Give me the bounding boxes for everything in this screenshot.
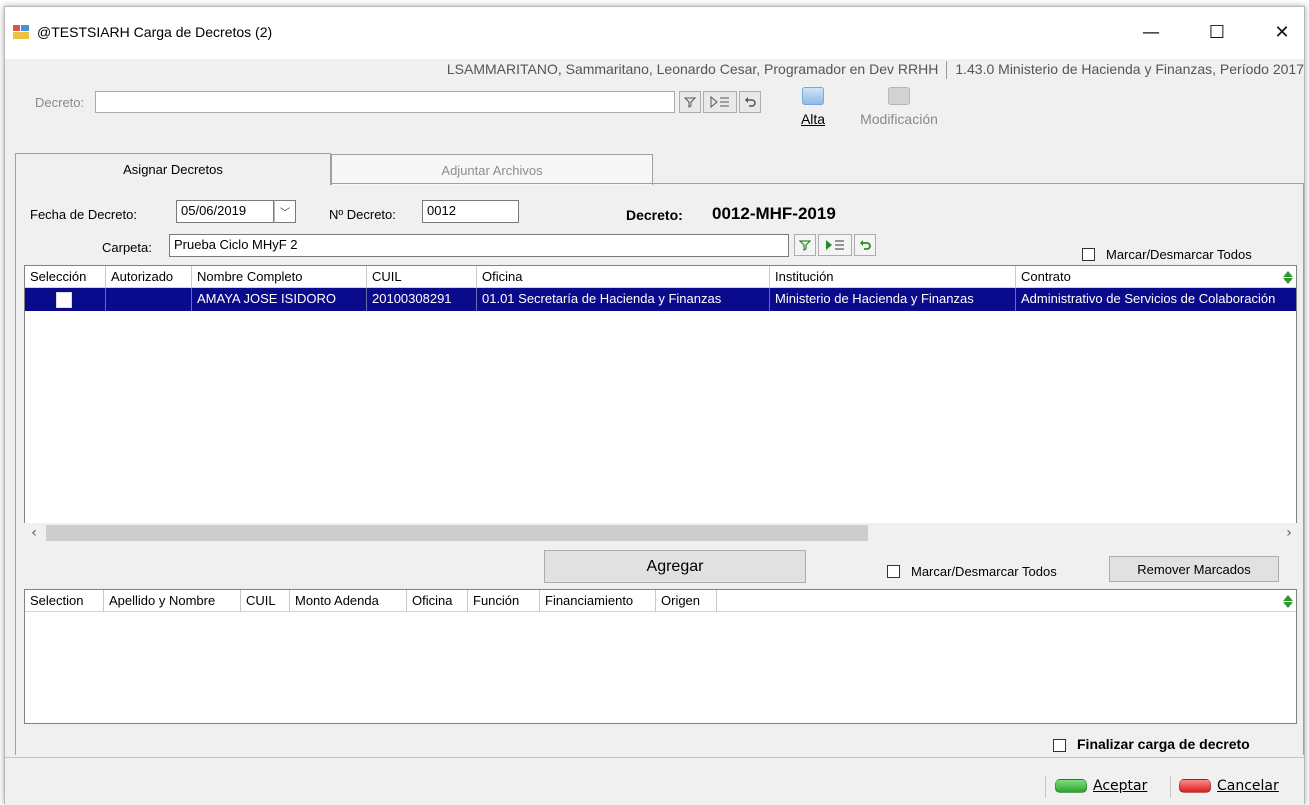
run-list-icon[interactable]	[818, 234, 852, 256]
col-header-financiamiento[interactable]: Financiamiento	[540, 590, 656, 612]
col-header-selection[interactable]: Selection	[25, 590, 104, 612]
undo-icon[interactable]	[739, 91, 761, 113]
cancelar-label: Cancelar	[1217, 778, 1279, 794]
nro-decreto-label: Nº Decreto:	[329, 207, 396, 222]
filter-icon[interactable]	[794, 234, 816, 256]
remover-marcados-button[interactable]: Remover Marcados	[1109, 556, 1279, 582]
close-button[interactable]: ✕	[1260, 17, 1304, 47]
new-document-icon	[802, 87, 824, 105]
cell-autorizado	[106, 288, 192, 311]
asignar-decretos-panel: Fecha de Decreto: 05/06/2019 ﹀ Nº Decret…	[15, 184, 1304, 755]
modificacion-label: Modificación	[860, 111, 938, 127]
tab-asignar-decretos[interactable]: Asignar Decretos	[15, 153, 331, 185]
user-info-line: LSAMMARITANO, Sammaritano, Leonardo Cesa…	[446, 61, 1304, 80]
app-icon	[13, 25, 29, 39]
marcar-todos-label-bottom: Marcar/Desmarcar Todos	[911, 564, 1057, 579]
modificacion-button[interactable]: Modificación	[849, 87, 949, 127]
cell-institucion: Ministerio de Hacienda y Finanzas	[770, 288, 1016, 311]
horizontal-scrollbar[interactable]: ‹ ›	[24, 523, 1299, 543]
title-bar: @TESTSIARH Carga de Decretos (2) — ☐ ✕	[5, 7, 1304, 59]
cell-oficina: 01.01 Secretaría de Hacienda y Finanzas	[477, 288, 770, 311]
col-header-funcion[interactable]: Función	[468, 590, 540, 612]
filter-icon[interactable]	[679, 91, 701, 113]
sort-icon[interactable]	[1281, 593, 1295, 609]
decreto-search-label: Decreto:	[35, 95, 85, 110]
cancel-icon	[1179, 779, 1211, 793]
col-header-autorizado[interactable]: Autorizado	[106, 266, 192, 288]
grid-header: Selección Autorizado Nombre Completo CUI…	[25, 266, 1296, 288]
maximize-button[interactable]: ☐	[1195, 17, 1239, 47]
marcar-todos-checkbox-bottom[interactable]	[887, 565, 900, 578]
aceptar-label: Aceptar	[1093, 778, 1148, 794]
col-header-seleccion[interactable]: Selección	[25, 266, 106, 288]
alta-button[interactable]: Alta	[795, 87, 831, 127]
col-header-oficina[interactable]: Oficina	[477, 266, 770, 288]
main-window: @TESTSIARH Carga de Decretos (2) — ☐ ✕ L…	[4, 6, 1305, 805]
col-header-origen[interactable]: Origen	[656, 590, 717, 612]
scroll-right-icon[interactable]: ›	[1279, 523, 1299, 543]
minimize-button[interactable]: —	[1129, 17, 1173, 47]
edit-icon	[888, 87, 910, 105]
fecha-input[interactable]: 05/06/2019	[176, 200, 274, 223]
col-header-apellido-nombre[interactable]: Apellido y Nombre	[104, 590, 241, 612]
finalizar-label: Finalizar carga de decreto	[1077, 736, 1250, 752]
carpeta-input[interactable]: Prueba Ciclo MHyF 2	[169, 234, 789, 257]
decreto-code-value: 0012-MHF-2019	[712, 204, 836, 223]
finalizar-checkbox[interactable]	[1053, 739, 1066, 752]
chevron-down-icon[interactable]: ﹀	[274, 200, 296, 223]
accept-icon	[1055, 779, 1087, 793]
adendas-grid: Selection Apellido y Nombre CUIL Monto A…	[24, 589, 1297, 724]
decretos-grid: Selección Autorizado Nombre Completo CUI…	[24, 265, 1297, 543]
nro-decreto-input[interactable]: 0012	[422, 200, 519, 223]
marcar-todos-label-top: Marcar/Desmarcar Todos	[1106, 247, 1252, 262]
agregar-button[interactable]: Agregar	[544, 550, 806, 583]
col-header-cuil[interactable]: CUIL	[367, 266, 477, 288]
divider	[946, 61, 948, 80]
col-header-oficina[interactable]: Oficina	[407, 590, 468, 612]
scroll-left-icon[interactable]: ‹	[24, 523, 44, 543]
undo-icon[interactable]	[854, 234, 876, 256]
scrollbar-thumb[interactable]	[46, 525, 868, 541]
footer-bar: Aceptar Cancelar	[5, 757, 1304, 805]
col-header-contrato[interactable]: Contrato	[1016, 266, 1296, 288]
run-list-icon[interactable]	[703, 91, 737, 113]
window-title: @TESTSIARH Carga de Decretos (2)	[37, 24, 273, 40]
col-header-institucion[interactable]: Institución	[770, 266, 1016, 288]
cancelar-button[interactable]: Cancelar	[1179, 778, 1279, 794]
marcar-todos-checkbox-top[interactable]	[1082, 248, 1095, 261]
decreto-search-input[interactable]	[95, 91, 675, 113]
carpeta-label: Carpeta:	[102, 240, 152, 255]
user-name: LSAMMARITANO, Sammaritano, Leonardo Cesa…	[446, 61, 939, 77]
cell-cuil: 20100308291	[367, 288, 477, 311]
aceptar-button[interactable]: Aceptar	[1055, 778, 1147, 794]
fecha-label: Fecha de Decreto:	[30, 207, 137, 222]
sort-icon[interactable]	[1281, 269, 1295, 285]
table-row[interactable]: AMAYA JOSE ISIDORO 20100308291 01.01 Sec…	[25, 288, 1296, 311]
row-select-checkbox[interactable]	[56, 292, 72, 308]
tab-adjuntar-archivos[interactable]: Adjuntar Archivos	[331, 154, 653, 185]
cell-contrato: Administrativo de Servicios de Colaborac…	[1021, 291, 1276, 306]
divider	[1170, 776, 1171, 798]
cell-nombre: AMAYA JOSE ISIDORO	[192, 288, 367, 311]
col-header-nombre[interactable]: Nombre Completo	[192, 266, 367, 288]
grid-header: Selection Apellido y Nombre CUIL Monto A…	[25, 590, 1296, 612]
divider	[1045, 776, 1046, 798]
col-header-monto-adenda[interactable]: Monto Adenda	[290, 590, 407, 612]
col-header-cuil[interactable]: CUIL	[241, 590, 290, 612]
row-select-cell[interactable]	[25, 288, 106, 311]
version-info: 1.43.0 Ministerio de Hacienda y Finanzas…	[955, 61, 1304, 77]
decreto-code-label: Decreto:	[626, 207, 683, 223]
alta-label: Alta	[800, 111, 826, 127]
